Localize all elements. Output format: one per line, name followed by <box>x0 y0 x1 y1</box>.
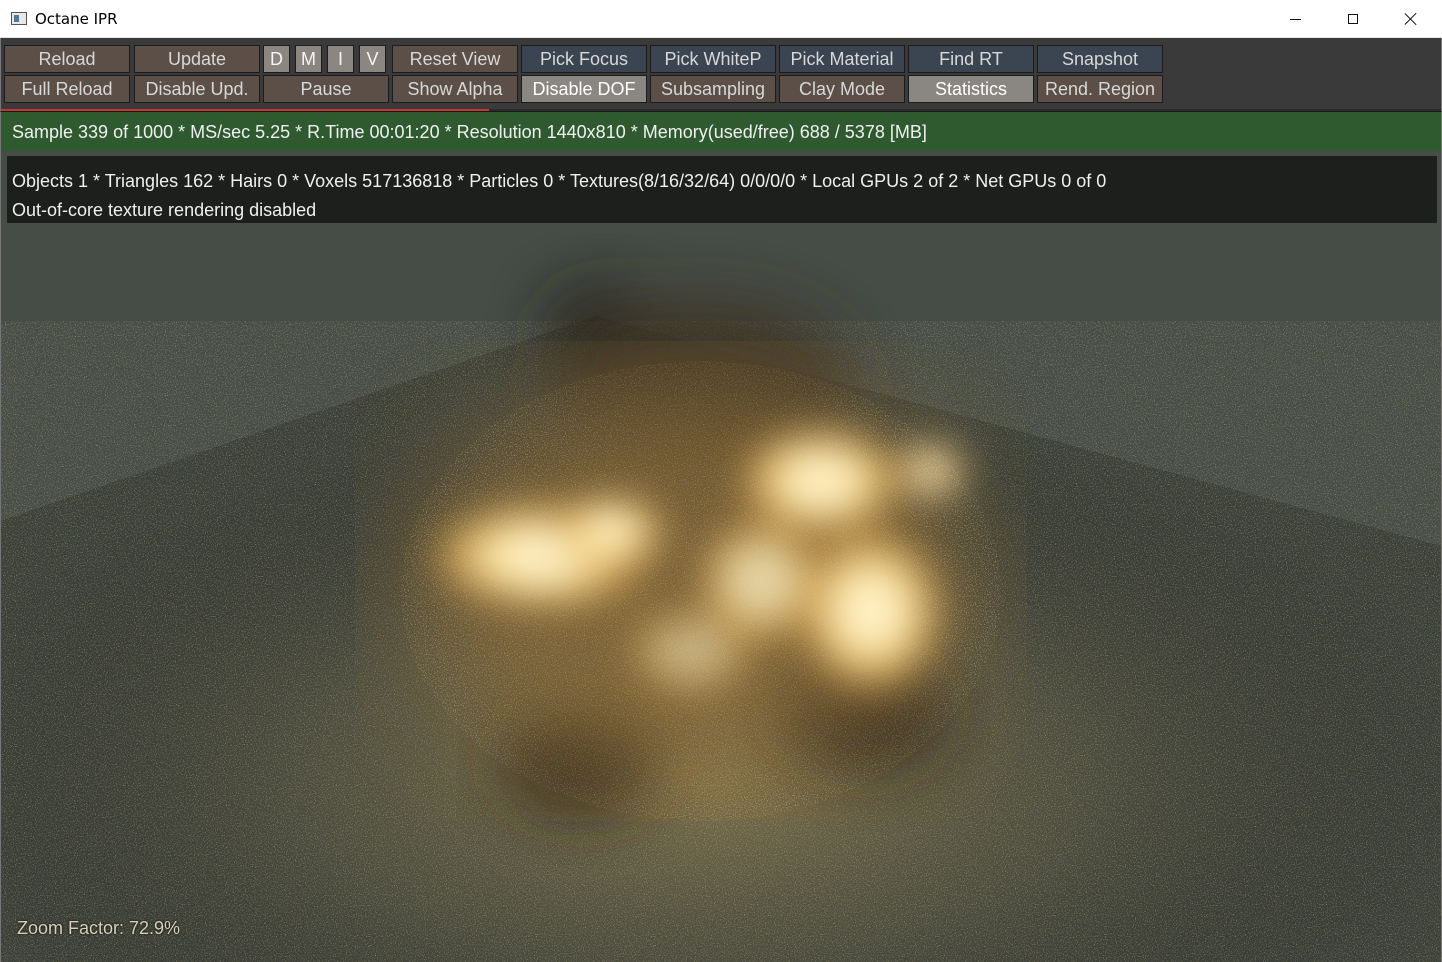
maximize-icon <box>1348 14 1358 24</box>
m-toggle-button[interactable]: M <box>295 45 322 73</box>
snapshot-button[interactable]: Snapshot <box>1037 45 1163 73</box>
render-status-bar: Sample 339 of 1000 * MS/sec 5.25 * R.Tim… <box>0 111 1442 151</box>
title-bar: Octane IPR <box>0 0 1442 38</box>
window-title: Octane IPR <box>35 10 118 28</box>
statistics-texture-line: Out-of-core texture rendering disabled <box>12 200 317 220</box>
maximize-button[interactable] <box>1324 0 1382 38</box>
zoom-factor-label: Zoom Factor: 72.9% <box>17 918 181 938</box>
disable-update-button[interactable]: Disable Upd. <box>134 75 260 103</box>
v-toggle-button[interactable]: V <box>359 45 386 73</box>
show-alpha-button[interactable]: Show Alpha <box>392 75 518 103</box>
close-button[interactable] <box>1382 0 1440 38</box>
disable-dof-button[interactable]: Disable DOF <box>521 75 647 103</box>
i-toggle-button[interactable]: I <box>327 45 354 73</box>
statistics-panel: Objects 1 * Triangles 162 * Hairs 0 * Vo… <box>7 156 1437 223</box>
statistics-scene-line: Objects 1 * Triangles 162 * Hairs 0 * Vo… <box>12 171 1107 191</box>
d-toggle-button[interactable]: D <box>263 45 290 73</box>
render-region-button[interactable]: Rend. Region <box>1037 75 1163 103</box>
reload-button[interactable]: Reload <box>4 45 130 73</box>
render-viewport[interactable]: Objects 1 * Triangles 162 * Hairs 0 * Vo… <box>0 151 1442 962</box>
ipr-toolbar: Reload Update D M I V Reset View Pick Fo… <box>0 38 1442 111</box>
minimize-button[interactable] <box>1266 0 1324 38</box>
close-icon <box>1404 12 1418 26</box>
app-icon <box>11 12 27 25</box>
subsampling-button[interactable]: Subsampling <box>650 75 776 103</box>
reset-view-button[interactable]: Reset View <box>392 45 518 73</box>
pick-focus-button[interactable]: Pick Focus <box>521 45 647 73</box>
pick-whitepoint-button[interactable]: Pick WhiteP <box>650 45 776 73</box>
clay-mode-button[interactable]: Clay Mode <box>779 75 905 103</box>
full-reload-button[interactable]: Full Reload <box>4 75 130 103</box>
render-status-text: Sample 339 of 1000 * MS/sec 5.25 * R.Tim… <box>12 122 927 142</box>
minimize-icon <box>1289 18 1301 20</box>
pick-material-button[interactable]: Pick Material <box>779 45 905 73</box>
pause-button[interactable]: Pause <box>263 75 389 103</box>
statistics-button[interactable]: Statistics <box>908 75 1034 103</box>
update-button[interactable]: Update <box>134 45 260 73</box>
find-rt-button[interactable]: Find RT <box>908 45 1034 73</box>
render-image <box>1 151 1441 962</box>
